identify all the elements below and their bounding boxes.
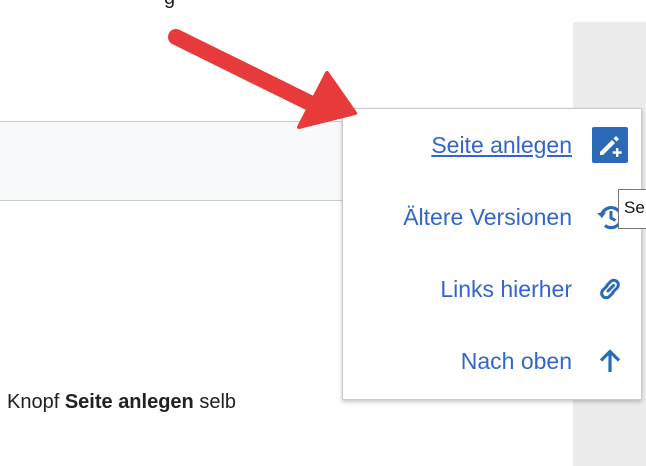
top-partial-text: g: [164, 0, 175, 10]
menu-item-links-hierher[interactable]: Links hierher: [343, 259, 641, 319]
menu-item-label[interactable]: Ältere Versionen: [403, 204, 572, 231]
menu-item-label[interactable]: Nach oben: [461, 348, 572, 375]
body-text-bold: Seite anlegen: [64, 391, 194, 413]
body-text: Knopf Seite anlegen selb: [7, 391, 236, 414]
edit-plus-icon[interactable]: [592, 127, 628, 163]
link-icon[interactable]: [592, 271, 628, 307]
tooltip: Se: [618, 189, 646, 229]
top-strip: g: [0, 0, 646, 22]
page-tools-menu: Seite anlegen Ältere Versionen Links hie…: [342, 108, 642, 400]
menu-item-aeltere-versionen[interactable]: Ältere Versionen: [343, 187, 641, 247]
menu-item-label[interactable]: Seite anlegen: [431, 132, 572, 159]
arrow-up-icon[interactable]: [592, 343, 628, 379]
body-text-prefix: Knopf: [7, 391, 65, 413]
menu-item-nach-oben[interactable]: Nach oben: [343, 331, 641, 391]
menu-item-label[interactable]: Links hierher: [440, 276, 572, 303]
menu-item-seite-anlegen[interactable]: Seite anlegen: [343, 115, 641, 175]
body-text-suffix: selb: [193, 391, 237, 413]
